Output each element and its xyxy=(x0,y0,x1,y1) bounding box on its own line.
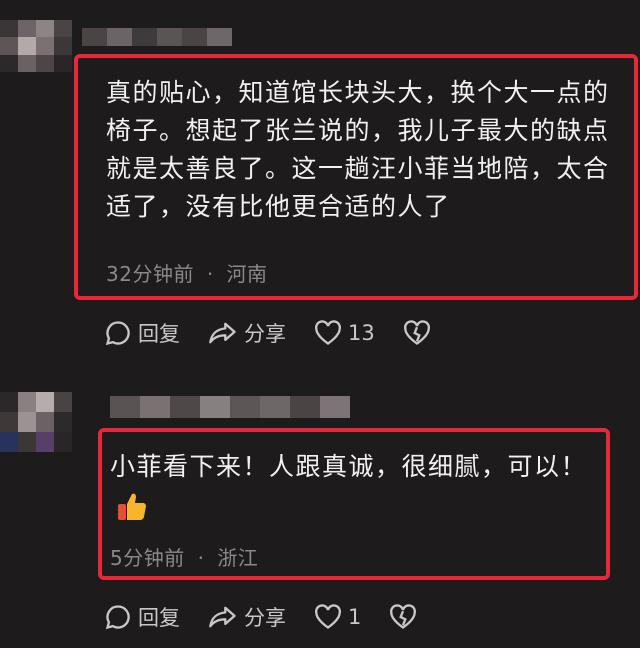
comment-text: 真的贴心，知道馆长块头大，换个大一点的椅子。想起了张兰说的，我儿子最大的缺点就是… xyxy=(106,78,610,221)
comment-location: 浙江 xyxy=(217,546,259,570)
share-button[interactable]: 分享 xyxy=(208,602,286,632)
reply-button[interactable]: 回复 xyxy=(104,318,180,348)
share-label: 分享 xyxy=(244,322,286,346)
username-blurred[interactable] xyxy=(82,28,232,46)
broken-heart-icon xyxy=(390,604,417,629)
dislike-button[interactable] xyxy=(403,320,437,346)
broken-heart-icon xyxy=(403,320,430,345)
comment-time: 5分钟前 xyxy=(110,546,185,570)
comment-actions: 回复 分享 13 xyxy=(104,318,465,348)
meta-separator: · xyxy=(197,546,205,570)
heart-icon xyxy=(315,320,341,345)
comment-location: 河南 xyxy=(226,262,268,286)
comment-meta: 32分钟前 · 河南 xyxy=(106,258,268,287)
share-button[interactable]: 分享 xyxy=(208,318,286,348)
share-arrow-icon xyxy=(209,322,236,344)
like-button[interactable]: 13 xyxy=(314,320,375,346)
comment-actions: 回复 分享 1 xyxy=(104,602,451,632)
reply-label: 回复 xyxy=(138,322,180,346)
comment-meta: 5分钟前 · 浙江 xyxy=(110,542,258,571)
comment-text: 小菲看下来！人跟真诚，很细腻，可以！ xyxy=(110,452,588,481)
dislike-button[interactable] xyxy=(389,604,423,630)
comment-bubble-icon xyxy=(105,321,130,346)
heart-icon xyxy=(315,604,341,629)
avatar[interactable] xyxy=(0,392,72,452)
username-blurred[interactable] xyxy=(110,396,350,418)
share-label: 分享 xyxy=(244,606,286,630)
share-arrow-icon xyxy=(209,606,236,628)
like-count: 1 xyxy=(348,605,362,629)
like-button[interactable]: 1 xyxy=(314,604,361,630)
thumbs-up-icon xyxy=(116,490,148,526)
like-count: 13 xyxy=(348,321,375,345)
comment-bubble-icon xyxy=(105,605,130,630)
comment-time: 32分钟前 xyxy=(106,262,194,286)
reply-label: 回复 xyxy=(138,606,180,630)
meta-separator: · xyxy=(206,262,214,286)
avatar[interactable] xyxy=(0,20,72,72)
reply-button[interactable]: 回复 xyxy=(104,602,180,632)
